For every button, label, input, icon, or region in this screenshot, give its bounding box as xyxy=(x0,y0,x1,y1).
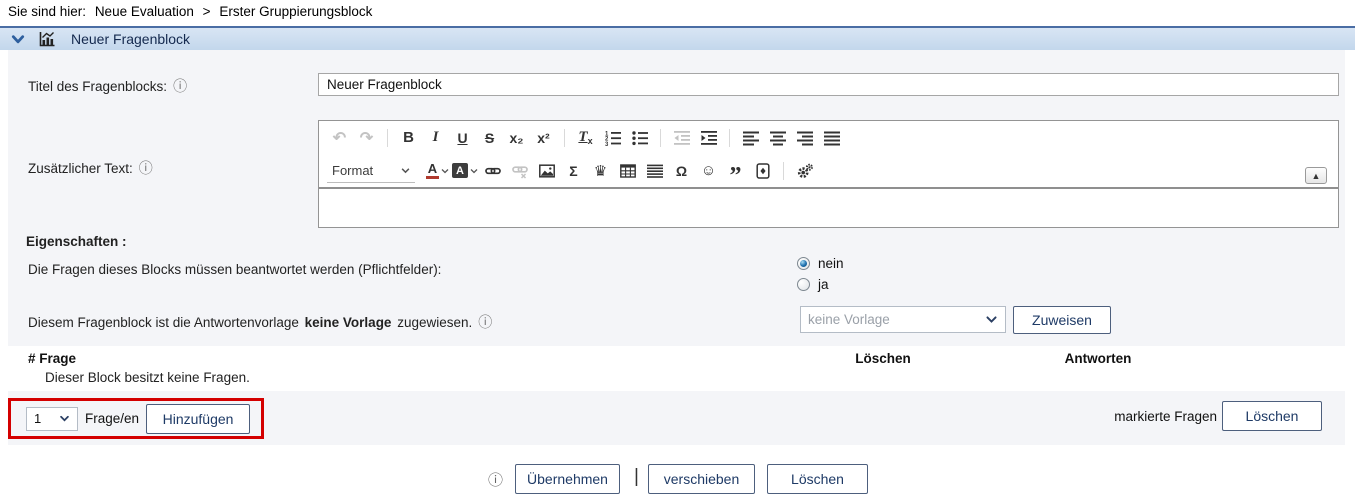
footer-separator: | xyxy=(634,466,639,488)
italic-icon[interactable]: I xyxy=(423,125,448,150)
template-select-value: keine Vorlage xyxy=(808,312,890,327)
toolbar-separator xyxy=(660,129,661,147)
rich-text-editor: ↶↷ BIUSx₂x² Tx123 Format AA Σ♛ Ω☺” ▲ xyxy=(318,120,1339,228)
toolbar-separator xyxy=(387,129,388,147)
link-icon[interactable] xyxy=(480,158,505,183)
special-character-icon[interactable]: Ω xyxy=(669,158,694,183)
column-header-loeschen: Löschen xyxy=(833,351,933,366)
template-info-icon[interactable]: ⓘ xyxy=(478,312,492,332)
mandatory-radio-group: nein ja xyxy=(797,253,844,295)
outdent-icon[interactable] xyxy=(669,125,694,150)
template-select[interactable]: keine Vorlage xyxy=(800,306,1006,333)
editor-toolbar-row-1: ↶↷ BIUSx₂x² Tx123 xyxy=(319,121,1338,154)
radio-ja[interactable] xyxy=(797,278,810,291)
image-icon[interactable] xyxy=(534,158,559,183)
add-question-unit-label: Frage/en xyxy=(85,411,139,426)
toolbar-separator xyxy=(783,162,784,180)
block-title-input[interactable] xyxy=(318,73,1339,96)
apply-button[interactable]: Übernehmen xyxy=(515,464,620,494)
align-right-icon[interactable] xyxy=(792,125,817,150)
select-chevron-icon xyxy=(985,313,998,326)
question-table: # Frage Löschen Antworten Dieser Block b… xyxy=(8,346,1345,391)
add-question-button[interactable]: Hinzufügen xyxy=(146,404,250,434)
column-header-antworten: Antworten xyxy=(1038,351,1158,366)
undo-icon[interactable]: ↶ xyxy=(327,125,352,150)
page: Sie sind hier: Neue Evaluation > Erster … xyxy=(0,0,1355,503)
horizontal-rule-icon[interactable] xyxy=(642,158,667,183)
additional-text-info-icon[interactable]: ⓘ xyxy=(139,158,153,178)
column-header-frage: # Frage xyxy=(28,351,76,366)
redo-icon[interactable]: ↷ xyxy=(354,125,379,150)
delete-marked-questions-button[interactable]: Löschen xyxy=(1222,401,1322,431)
radio-nein[interactable] xyxy=(797,257,810,270)
svg-text:3: 3 xyxy=(605,141,609,145)
format-select[interactable]: Format xyxy=(327,159,415,183)
delete-block-button[interactable]: Löschen xyxy=(767,464,868,494)
indent-icon[interactable] xyxy=(696,125,721,150)
question-block-chart-icon xyxy=(39,31,55,47)
footer-info-icon[interactable]: ⓘ xyxy=(488,469,503,490)
align-left-icon[interactable] xyxy=(738,125,763,150)
empty-questions-message: Dieser Block besitzt keine Fragen. xyxy=(45,370,250,385)
text-color-icon[interactable]: A xyxy=(425,158,450,183)
block-title: Neuer Fragenblock xyxy=(71,31,190,47)
justify-icon[interactable] xyxy=(819,125,844,150)
bullet-list-icon[interactable] xyxy=(627,125,652,150)
table-icon[interactable] xyxy=(615,158,640,183)
question-count-value: 1 xyxy=(34,411,41,426)
wiris-math-icon[interactable]: ♛ xyxy=(588,158,613,183)
smiley-icon[interactable]: ☺ xyxy=(696,158,721,183)
block-header-bar: Neuer Fragenblock xyxy=(0,26,1355,50)
bold-icon[interactable]: B xyxy=(396,125,421,150)
toolbar-separator xyxy=(564,129,565,147)
collapse-chevron-icon[interactable] xyxy=(10,32,26,47)
marked-questions-label: markierte Fragen xyxy=(1114,409,1217,424)
breadcrumb-separator: > xyxy=(203,4,211,19)
radio-label-nein: nein xyxy=(818,256,844,271)
editor-toolbar-row-2: Format AA Σ♛ Ω☺” xyxy=(319,154,1338,187)
radio-option-nein: nein xyxy=(797,253,844,274)
breadcrumb-prefix: Sie sind hier: xyxy=(8,4,86,19)
editor-content-area[interactable] xyxy=(319,189,1338,227)
radio-label-ja: ja xyxy=(818,277,829,292)
subscript-icon[interactable]: x₂ xyxy=(504,125,529,150)
radio-option-ja: ja xyxy=(797,274,844,295)
collapse-toolbar-button[interactable]: ▲ xyxy=(1305,167,1327,184)
plugins-icon[interactable] xyxy=(792,158,817,183)
additional-text-label: Zusätzlicher Text:ⓘ xyxy=(28,158,153,178)
blockquote-icon[interactable]: ” xyxy=(723,158,748,183)
strikethrough-icon[interactable]: S xyxy=(477,125,502,150)
remove-format-icon[interactable]: Tx xyxy=(573,125,598,150)
properties-heading: Eigenschaften : xyxy=(26,234,127,249)
breadcrumb-item-neue-evaluation[interactable]: Neue Evaluation xyxy=(95,4,194,19)
title-info-icon[interactable]: ⓘ xyxy=(173,76,187,96)
formula-sigma-icon[interactable]: Σ xyxy=(561,158,586,183)
question-count-select[interactable]: 1 xyxy=(26,407,78,431)
templates-icon[interactable] xyxy=(750,158,775,183)
unlink-icon[interactable] xyxy=(507,158,532,183)
toolbar-separator xyxy=(729,129,730,147)
numbered-list-icon[interactable]: 123 xyxy=(600,125,625,150)
question-block-panel: Titel des Fragenblocks:ⓘ Zusätzlicher Te… xyxy=(8,50,1345,445)
move-button[interactable]: verschieben xyxy=(648,464,755,494)
title-label: Titel des Fragenblocks:ⓘ xyxy=(28,76,187,96)
template-sentence: Diesem Fragenblock ist die Antwortenvorl… xyxy=(28,312,492,332)
assign-template-button[interactable]: Zuweisen xyxy=(1013,306,1111,334)
breadcrumb: Sie sind hier: Neue Evaluation > Erster … xyxy=(8,4,372,19)
superscript-icon[interactable]: x² xyxy=(531,125,556,150)
template-sentence-highlight: keine Vorlage xyxy=(305,315,392,330)
select-chevron-icon xyxy=(59,413,70,424)
breadcrumb-item-erster-gruppierungsblock[interactable]: Erster Gruppierungsblock xyxy=(219,4,372,19)
mandatory-question-label: Die Fragen dieses Blocks müssen beantwor… xyxy=(28,262,441,277)
add-question-highlight-box: 1 Frage/en Hinzufügen xyxy=(8,398,264,439)
align-center-icon[interactable] xyxy=(765,125,790,150)
marked-questions-group: markierte Fragen Löschen xyxy=(1114,401,1322,431)
underline-icon[interactable]: U xyxy=(450,125,475,150)
bg-color-icon[interactable]: A xyxy=(452,158,478,183)
